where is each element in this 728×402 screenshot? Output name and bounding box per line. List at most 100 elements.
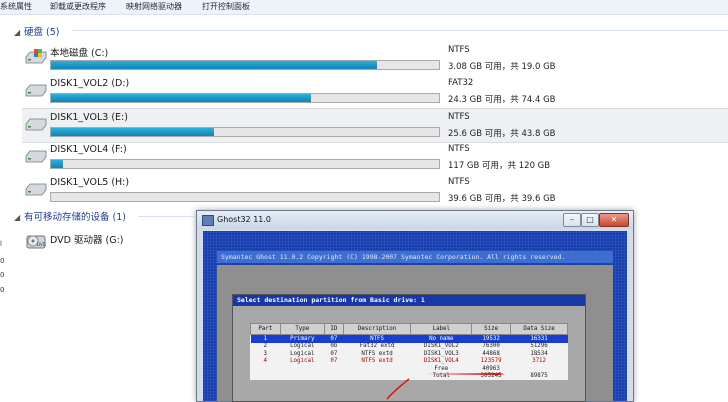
drive-filesystem: FAT32 (448, 78, 474, 88)
drive-filesystem: NTFS (448, 177, 470, 187)
drive-filesystem: NTFS (448, 144, 470, 154)
column-header: Size (471, 323, 512, 335)
column-header: Description (342, 323, 412, 335)
partition-cell (251, 365, 281, 373)
partition-cell (251, 373, 281, 381)
drive-name: DISK1_VOL3 (E:) (50, 112, 128, 123)
close-button[interactable]: ✕ (599, 213, 629, 227)
removable-devices-group-header[interactable]: ◢ 有可移动存储的设备 (1) (14, 209, 126, 223)
ghost-title-bar[interactable]: Ghost32 11.0 – □ ✕ (197, 211, 633, 229)
partition-cell: 19532 (471, 334, 511, 343)
dvd-drive-item[interactable]: DVD DVD 驱动器 (G:) (22, 229, 222, 253)
open-control-panel-button[interactable]: 打开控制面板 (202, 1, 250, 12)
partition-cell (343, 365, 411, 373)
partition-cell: 123579 (480, 358, 502, 365)
partition-cell: 89875 (530, 373, 548, 380)
maximize-button[interactable]: □ (581, 213, 599, 227)
partition-cell: Primary (280, 334, 325, 343)
partition-cell (325, 373, 344, 381)
drive-name: DISK1_VOL5 (H:) (50, 177, 130, 188)
drive-item[interactable]: DISK1_VOL5 (H:) NTFS 39.6 GB 可用，共 39.6 GB (22, 174, 728, 207)
system-properties-button[interactable]: 系统属性 (0, 1, 32, 12)
drive-item[interactable]: DISK1_VOL3 (E:) NTFS 25.6 GB 可用，共 43.8 GB (22, 108, 728, 143)
drive-usage-bar (50, 60, 440, 70)
nav-pane-fragment[interactable]: 0 (0, 271, 4, 279)
partition-cell: 07 (330, 358, 338, 365)
partition-cell: 1 (250, 334, 281, 343)
partition-cell: 3712 (532, 358, 547, 365)
partition-row[interactable]: 1 Primary 07 NTFS No name 19532 16331 (250, 334, 568, 343)
drive-item[interactable]: 本地磁盘 (C:) NTFS 3.08 GB 可用，共 19.0 GB (22, 42, 728, 75)
command-bar: 系统属性 卸载或更改程序 映射网络驱动器 打开控制面板 (0, 0, 728, 15)
drive-space: 25.6 GB 可用，共 43.8 GB (448, 129, 556, 139)
partition-cell: 3 (263, 350, 268, 357)
partition-cell: No name (410, 334, 472, 343)
partition-cell: NTFS (343, 334, 411, 343)
drive-usage-fill (51, 94, 311, 102)
drive-item[interactable]: DISK1_VOL2 (D:) FAT32 24.3 GB 可用，共 74.4 GB (22, 75, 728, 108)
collapse-arrow-icon[interactable]: ◢ (14, 28, 24, 37)
column-header: Label (410, 323, 473, 335)
partition-cell: 4 (263, 358, 268, 365)
partition-cell (280, 373, 324, 381)
dvd-drive-icon: DVD (26, 235, 46, 249)
partition-cell: Logical (290, 350, 315, 357)
group-divider (138, 216, 194, 217)
drive-usage-bar (50, 127, 440, 137)
red-annotation-arrow (425, 373, 505, 375)
ghost-window-title: Ghost32 11.0 (217, 215, 272, 224)
partition-cell: 18534 (530, 350, 548, 357)
minimize-button[interactable]: – (563, 213, 581, 227)
drive-name: DISK1_VOL4 (F:) (50, 144, 127, 155)
partition-row[interactable]: 3 Logical 07 NTFS extd DISK1_VOL3 44868 18534 (251, 350, 568, 358)
partition-row[interactable]: 2 Logical 0b Fat32 extd DISK1_VOL2 76300 51296 (251, 343, 568, 351)
partition-cell: 16331 (510, 334, 568, 343)
svg-text:DVD: DVD (37, 242, 46, 247)
partition-cell: 51296 (530, 343, 548, 350)
column-header: Data Size (510, 323, 568, 335)
nav-pane-fragment[interactable]: 0 (0, 257, 4, 265)
dvd-drive-name: DVD 驱动器 (G:) (50, 235, 124, 246)
hard-drive-icon (25, 183, 47, 196)
nav-pane-fragment[interactable]: l (0, 240, 2, 248)
red-annotation-stroke (386, 378, 410, 400)
collapse-arrow-icon[interactable]: ◢ (14, 213, 24, 222)
hard-drive-icon (25, 118, 47, 131)
ghost-banner: Symantec Ghost 11.0.2 Copyright (C) 1998… (217, 251, 613, 263)
partition-cell: 07 (324, 334, 344, 343)
drive-usage-fill (51, 128, 214, 136)
partition-table[interactable]: Part Type ID Description Label Size Data Size … (250, 323, 568, 380)
hard-disks-group-header[interactable]: ◢ 硬盘 (5) (14, 24, 59, 38)
drive-name: DISK1_VOL2 (D:) (50, 78, 130, 89)
partition-cell: DISK1_VOL2 (423, 343, 459, 350)
partition-cell: NTFS extd (361, 358, 393, 365)
partition-cell: 44868 (482, 350, 500, 357)
drive-space: 3.08 GB 可用，共 19.0 GB (448, 62, 556, 72)
partition-cell: Logical (290, 343, 315, 350)
partition-cell: 0b (330, 343, 338, 350)
drive-usage-bar (50, 159, 440, 169)
drive-item[interactable]: DISK1_VOL4 (F:) NTFS 117 GB 可用，共 120 GB (22, 141, 728, 174)
partition-row[interactable]: Free 40963 (251, 365, 568, 373)
hard-drive-icon (25, 150, 47, 163)
map-network-drive-button[interactable]: 映射网络驱动器 (126, 1, 182, 12)
drive-filesystem: NTFS (448, 45, 470, 55)
partition-cell: 76300 (482, 343, 500, 350)
drive-filesystem: NTFS (448, 112, 470, 122)
drive-space: 117 GB 可用，共 120 GB (448, 161, 551, 171)
partition-cell: Fat32 extd (359, 343, 395, 350)
drive-usage-fill (51, 61, 377, 69)
hard-drive-icon (25, 84, 47, 97)
drive-usage-bar (50, 93, 440, 103)
partition-cell: 07 (330, 350, 338, 357)
partition-cell (511, 365, 568, 373)
partition-cell: DISK1_VOL3 (423, 350, 459, 357)
partition-row[interactable]: 4 Logical 07 NTFS extd DISK1_VOL4 123579 3712 (251, 358, 568, 366)
drive-usage-bar (50, 192, 440, 202)
nav-pane-fragment[interactable]: 0 (0, 286, 4, 294)
partition-cell: Logical (290, 358, 315, 365)
drive-usage-fill (51, 160, 63, 168)
partition-cell: DISK1_VOL4 (423, 358, 459, 365)
partition-cell: NTFS extd (361, 350, 393, 357)
uninstall-program-button[interactable]: 卸载或更改程序 (50, 1, 106, 12)
